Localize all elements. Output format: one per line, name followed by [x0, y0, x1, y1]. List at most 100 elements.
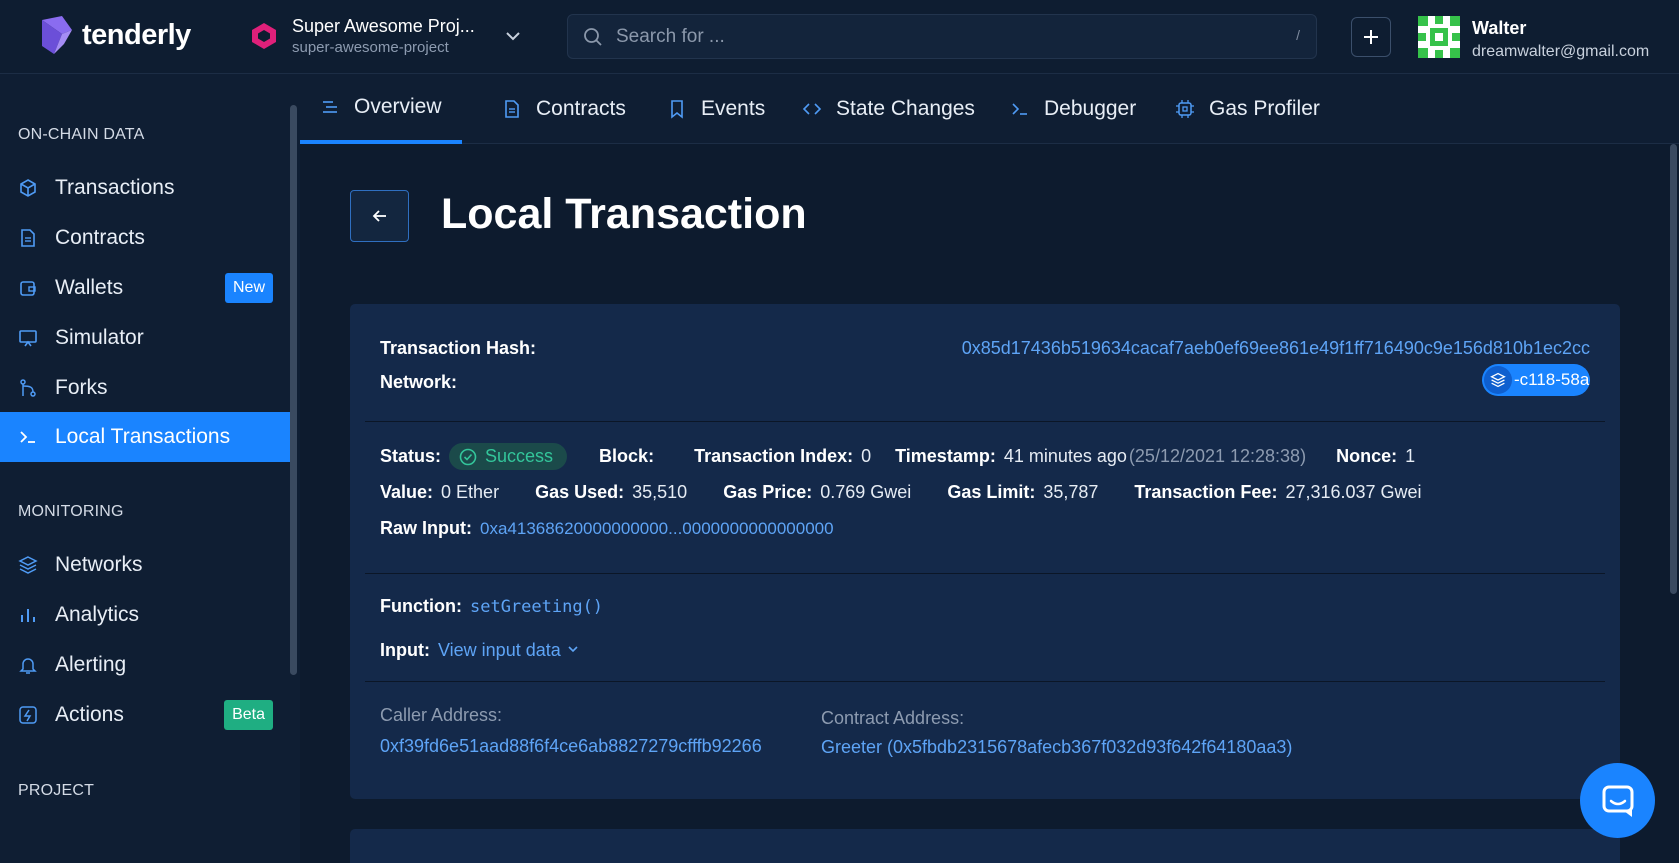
- sidebar-item-actions[interactable]: Actions Beta: [0, 690, 290, 740]
- terminal-icon: [1012, 103, 1027, 115]
- top-bar: tenderly Super Awesome Proj... super-awe…: [0, 0, 1679, 74]
- function-row: Function: setGreeting(): [380, 596, 635, 617]
- nonce-value: 1: [1405, 446, 1416, 466]
- main-scrollbar[interactable]: [1670, 144, 1677, 594]
- transaction-hash-link[interactable]: 0x85d17436b519634cacaf7aeb0ef69ee861e49f…: [962, 338, 1590, 359]
- sidebar-item-alerting[interactable]: Alerting: [0, 640, 290, 690]
- tab-debugger[interactable]: Debugger: [990, 74, 1156, 144]
- layers-icon: [1484, 366, 1512, 394]
- value-label: Value:: [380, 482, 434, 502]
- sidebar-scrollbar[interactable]: [290, 105, 297, 675]
- tab-contracts[interactable]: Contracts: [482, 74, 646, 144]
- tab-gas-profiler[interactable]: Gas Profiler: [1155, 74, 1340, 144]
- support-chat-button[interactable]: [1580, 763, 1655, 838]
- view-input-data-link[interactable]: View input data: [438, 640, 580, 661]
- user-menu[interactable]: Walter dreamwalter@gmail.com: [1418, 16, 1649, 64]
- document-icon: [21, 229, 35, 247]
- transaction-index-label: Transaction Index:: [694, 446, 854, 466]
- gas-used-label: Gas Used:: [535, 482, 625, 502]
- chevron-down-icon: [568, 646, 578, 653]
- value-amount: 0 Ether: [441, 482, 500, 502]
- caller-address-label: Caller Address:: [380, 705, 503, 725]
- gas-price-label: Gas Price:: [723, 482, 813, 502]
- wallet-icon: [20, 281, 36, 296]
- chip-icon: [1176, 100, 1194, 118]
- sidebar-item-transactions[interactable]: Transactions: [0, 163, 290, 213]
- chevron-down-icon[interactable]: [503, 26, 523, 46]
- secondary-card: [350, 829, 1620, 863]
- beta-badge: Beta: [224, 700, 273, 730]
- function-label: Function:: [380, 596, 462, 616]
- tab-overview[interactable]: Overview: [300, 74, 462, 144]
- tab-label: State Changes: [836, 97, 975, 120]
- section-onchain-data: ON-CHAIN DATA: [18, 126, 145, 143]
- code-icon: [802, 103, 822, 115]
- status-text: Success: [485, 446, 554, 466]
- section-monitoring: MONITORING: [18, 503, 124, 520]
- transaction-fee-value: 27,316.037 Gwei: [1285, 482, 1422, 502]
- status-badge: Success: [449, 443, 568, 470]
- arrow-left-icon: [372, 210, 386, 222]
- sidebar-item-analytics[interactable]: Analytics: [0, 590, 290, 640]
- document-icon: [505, 100, 519, 118]
- sidebar-item-networks[interactable]: Networks: [0, 540, 290, 590]
- input-label: Input:: [380, 640, 430, 660]
- sidebar-item-label: Alerting: [55, 653, 127, 676]
- transaction-index-value: 0: [861, 446, 872, 466]
- network-name: -c118-58ac: [1514, 370, 1590, 389]
- gas-limit-label: Gas Limit:: [947, 482, 1036, 502]
- project-switcher[interactable]: Super Awesome Proj... super-awesome-proj…: [250, 14, 523, 58]
- tab-state-changes[interactable]: State Changes: [782, 74, 995, 144]
- bolt-icon: [19, 706, 37, 724]
- gas-used-value: 35,510: [632, 482, 688, 502]
- sidebar-item-label: Analytics: [55, 603, 140, 626]
- layers-icon: [18, 556, 38, 574]
- new-badge: New: [224, 273, 273, 303]
- divider: [365, 681, 1605, 682]
- status-label: Status:: [380, 446, 442, 466]
- contract-address-link[interactable]: Greeter (0x5fbdb2315678afecb367f032d93f6…: [821, 737, 1292, 758]
- transaction-fee-label: Transaction Fee:: [1134, 482, 1278, 502]
- caller-address-link[interactable]: 0xf39fd6e51aad88f6f4ce6ab8827279cfffb922…: [380, 736, 762, 757]
- sidebar-item-label: Wallets: [55, 276, 124, 299]
- bar-chart-icon: [21, 609, 35, 622]
- sidebar-item-label: Simulator: [55, 326, 144, 349]
- function-name[interactable]: setGreeting(): [470, 597, 603, 617]
- view-input-data-text: View input data: [437, 640, 561, 660]
- sidebar-item-label: Local Transactions: [55, 425, 231, 448]
- back-button[interactable]: [350, 190, 409, 242]
- chat-icon: [1602, 785, 1633, 817]
- tab-label: Events: [701, 97, 766, 120]
- check-circle-icon: [459, 448, 477, 465]
- sidebar-item-label: Networks: [55, 553, 143, 576]
- tab-events[interactable]: Events: [647, 74, 785, 144]
- sidebar-item-contracts[interactable]: Contracts: [0, 213, 290, 263]
- sidebar-item-simulator[interactable]: Simulator: [0, 313, 290, 363]
- sidebar-item-label: Actions: [55, 703, 124, 726]
- brand-logo[interactable]: tenderly: [40, 16, 191, 54]
- raw-input-link[interactable]: 0xa41368620000000000...0000000000000000: [480, 519, 834, 539]
- terminal-icon: [20, 431, 35, 443]
- sidebar-item-label: Forks: [55, 376, 108, 399]
- tenderly-logo-icon: [42, 16, 72, 54]
- transaction-card: Transaction Hash: 0x85d17436b519634cacaf…: [350, 304, 1620, 799]
- input-row: Input: View input data: [380, 640, 612, 661]
- gas-row: Value: 0 Ether Gas Used: 35,510 Gas Pric…: [380, 482, 1454, 503]
- sidebar-item-label: Contracts: [55, 226, 145, 249]
- gas-price-value: 0.769 Gwei: [820, 482, 912, 502]
- timestamp-relative: 41 minutes ago: [1003, 446, 1127, 466]
- tab-label: Gas Profiler: [1209, 97, 1320, 120]
- sidebar-item-forks[interactable]: Forks: [0, 363, 290, 413]
- search-input[interactable]: Search for ... /: [567, 14, 1317, 59]
- tab-label: Contracts: [536, 97, 626, 120]
- block-label: Block:: [599, 446, 655, 466]
- add-button[interactable]: [1351, 17, 1391, 57]
- sidebar-item-local-transactions[interactable]: Local Transactions: [0, 412, 290, 462]
- status-row: Status: Success Block: Transaction Index…: [380, 443, 1447, 470]
- network-pill[interactable]: -c118-58ac: [1482, 364, 1590, 396]
- nonce-label: Nonce:: [1336, 446, 1398, 466]
- sidebar-item-wallets[interactable]: Wallets New: [0, 263, 290, 313]
- avatar: [1418, 16, 1460, 58]
- hash-label: Transaction Hash:: [380, 338, 537, 358]
- contract-address-label: Contract Address:: [821, 708, 965, 728]
